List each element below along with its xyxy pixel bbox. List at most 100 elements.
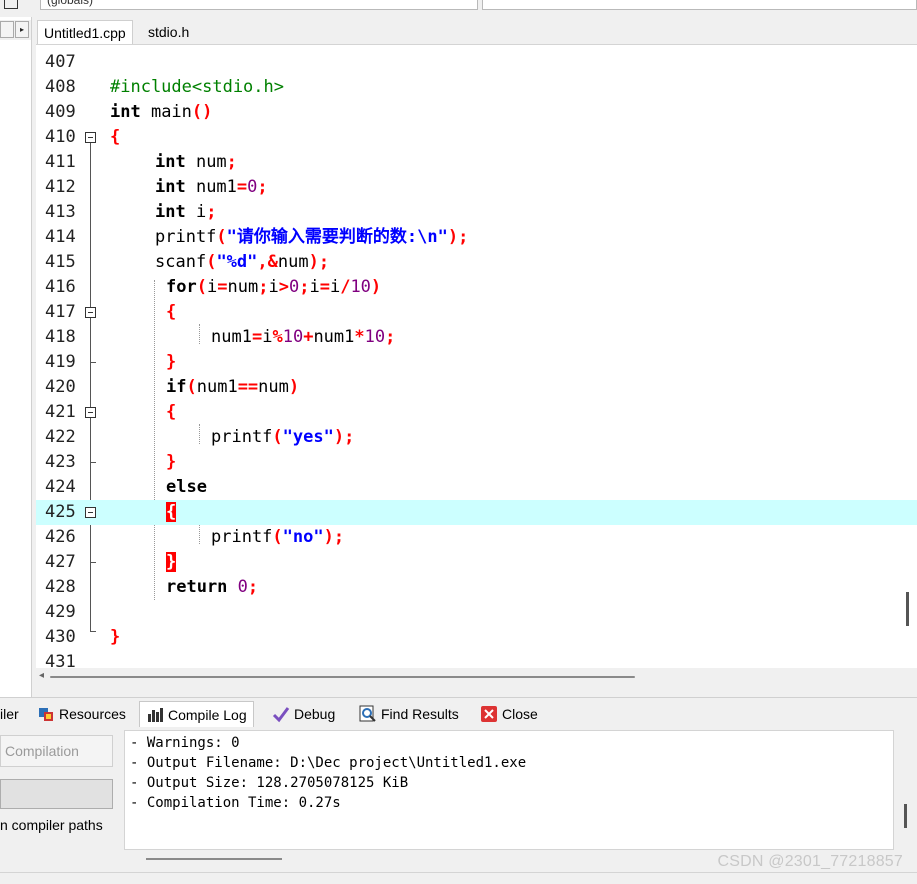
blank-button[interactable] [0, 779, 113, 809]
tab-untitled1-cpp[interactable]: Untitled1.cpp [37, 20, 133, 44]
code-line: 420 if(num1==num) [36, 375, 917, 400]
scrollbar-thumb[interactable] [904, 804, 907, 828]
code-line: 414 printf("请你输入需要判断的数:\n"); [36, 225, 917, 250]
nav-left-button[interactable] [0, 21, 14, 38]
matched-brace: { [166, 502, 177, 522]
line-number: 431 [45, 652, 76, 668]
tab-label: Debug [294, 706, 336, 722]
code-text: int num1=0; [155, 177, 268, 197]
line-number: 428 [45, 577, 76, 597]
code-line: 407 [36, 50, 917, 75]
tab-label: Close [502, 706, 538, 722]
tab-compiler[interactable]: iler [0, 701, 19, 727]
code-line: 430 } [36, 625, 917, 650]
line-number: 424 [45, 477, 76, 497]
line-number: 422 [45, 427, 76, 447]
code-line: 415 scanf("%d",&num); [36, 250, 917, 275]
save-icon[interactable] [4, 0, 18, 9]
log-line: - Output Filename: D:\Dec project\Untitl… [130, 755, 527, 771]
tab-find-results[interactable]: Find Results [359, 701, 459, 727]
fold-toggle-icon[interactable] [85, 132, 96, 143]
code-line: 413 int i; [36, 200, 917, 225]
compiler-paths-label: n compiler paths [0, 817, 103, 833]
tab-resources[interactable]: Resources [37, 701, 126, 727]
tab-compile-log[interactable]: Compile Log [139, 701, 254, 727]
fold-toggle-icon[interactable] [85, 407, 96, 418]
code-text: int i; [155, 202, 217, 222]
line-number: 429 [45, 602, 76, 622]
line-number: 426 [45, 527, 76, 547]
code-line: 423 } [36, 450, 917, 475]
line-number: 418 [45, 327, 76, 347]
watermark: CSDN @2301_77218857 [717, 853, 903, 870]
top-toolbar: (globals) [0, 0, 917, 14]
code-text: return 0; [166, 577, 259, 597]
tab-close[interactable]: Close [480, 701, 538, 727]
bottom-tabs: iler Resources Compile Log Debug Find Re… [0, 697, 917, 728]
scroll-left-icon[interactable]: ◂ [39, 670, 44, 681]
include-directive: #include<stdio.h> [110, 77, 284, 97]
code-line: 410 { [36, 125, 917, 150]
tab-debug[interactable]: Debug [272, 701, 335, 727]
line-number: 408 [45, 77, 76, 97]
line-number: 414 [45, 227, 76, 247]
line-number: 410 [45, 127, 76, 147]
close-icon [480, 705, 498, 723]
nav-right-button[interactable]: ▸ [15, 21, 29, 38]
code-text: else [166, 477, 207, 497]
line-number: 427 [45, 552, 76, 572]
tab-label: Find Results [381, 706, 459, 722]
fold-toggle-icon[interactable] [85, 307, 96, 318]
code-line: 418 num1=i%10+num1*10; [36, 325, 917, 350]
editor-vertical-scrollbar[interactable] [906, 592, 909, 626]
line-number: 421 [45, 402, 76, 422]
log-line: - Warnings: 0 [130, 735, 240, 751]
compile-log-icon [146, 706, 164, 724]
file-tabs: Untitled1.cpp stdio.h [36, 17, 917, 45]
code-line: 431 [36, 650, 917, 668]
code-text: } [166, 352, 177, 372]
debug-icon [272, 705, 290, 723]
tab-stdio-h[interactable]: stdio.h [142, 20, 195, 44]
compile-log-output[interactable]: - Warnings: 0 - Output Filename: D:\Dec … [124, 730, 894, 850]
line-number: 413 [45, 202, 76, 222]
log-vertical-scrollbar[interactable] [895, 730, 917, 850]
scrollbar-thumb[interactable] [50, 676, 635, 678]
code-line: 422 printf("yes"); [36, 425, 917, 450]
scrollbar-thumb[interactable] [146, 858, 282, 860]
code-text: printf("no"); [211, 527, 345, 547]
code-line: 428 return 0; [36, 575, 917, 600]
code-line: 424 else [36, 475, 917, 500]
code-line: 417 { [36, 300, 917, 325]
code-text: num1=i%10+num1*10; [211, 327, 396, 347]
line-number: 411 [45, 152, 76, 172]
line-number: 417 [45, 302, 76, 322]
code-text: int main() [110, 102, 213, 122]
code-line: 412 int num1=0; [36, 175, 917, 200]
editor-horizontal-scrollbar[interactable]: ◂ [36, 668, 917, 685]
code-text: } [166, 550, 177, 575]
scope-combo[interactable]: (globals) [40, 0, 478, 10]
line-number: 423 [45, 452, 76, 472]
code-line: 408 #include<stdio.h> [36, 75, 917, 100]
symbol-combo[interactable] [482, 0, 917, 10]
find-results-icon [359, 705, 377, 723]
code-text: { [110, 127, 121, 147]
project-panel [0, 17, 32, 697]
code-text: scanf("%d",&num); [155, 252, 330, 272]
status-bar [0, 872, 917, 884]
compiler-panel: Compilation n compiler paths [0, 727, 122, 883]
code-line: 409 int main() [36, 100, 917, 125]
code-line: 421 { [36, 400, 917, 425]
code-line: 411 int num; [36, 150, 917, 175]
code-text: if(num1==num) [166, 377, 300, 397]
tab-label: Resources [59, 706, 126, 722]
line-number: 416 [45, 277, 76, 297]
code-text: { [166, 402, 177, 422]
fold-toggle-icon[interactable] [85, 507, 96, 518]
matched-brace: } [166, 552, 177, 572]
code-editor[interactable]: 407 408 #include<stdio.h> 409 int main()… [36, 45, 917, 668]
compilation-button[interactable]: Compilation [0, 735, 113, 767]
line-number: 425 [45, 502, 76, 522]
code-text: printf("请你输入需要判断的数:\n"); [155, 227, 469, 247]
